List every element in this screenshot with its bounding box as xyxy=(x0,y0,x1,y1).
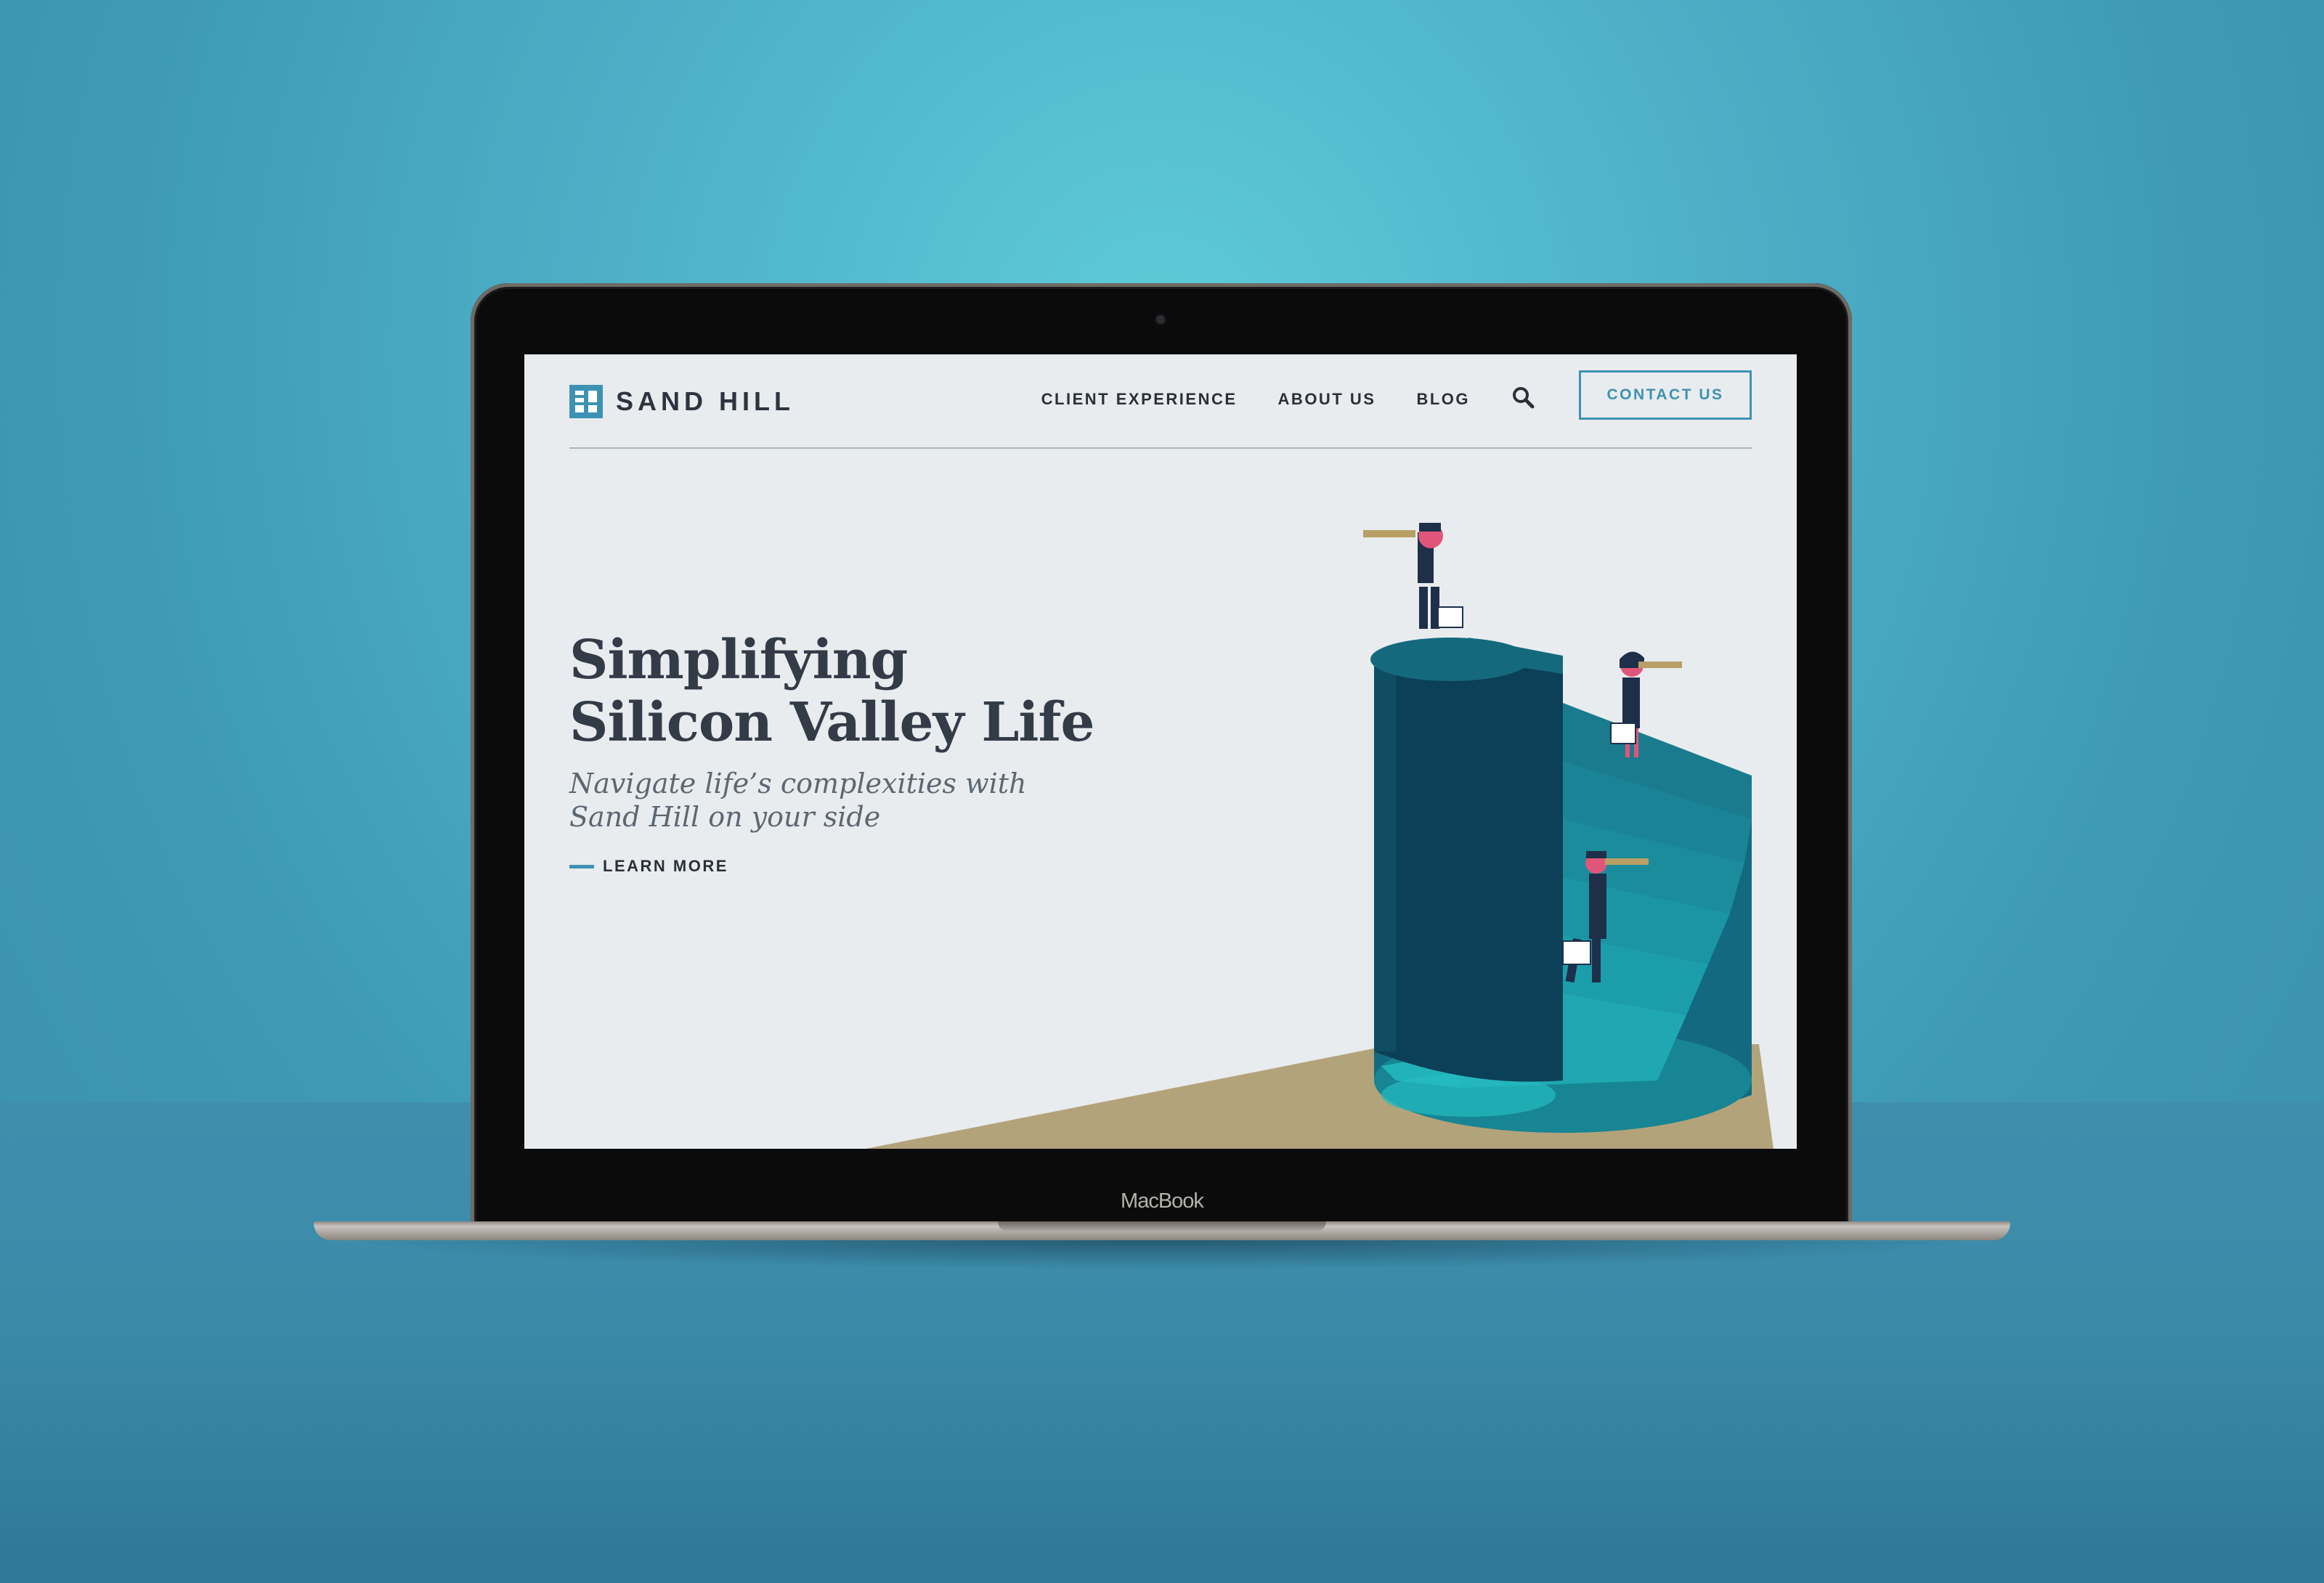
dash-icon xyxy=(569,864,594,868)
contact-us-button[interactable]: CONTACT US xyxy=(1579,370,1752,420)
hero-title-line-1: Simplifying xyxy=(569,629,908,691)
sand-hill-logo-icon xyxy=(569,385,603,418)
figure-top xyxy=(1363,523,1463,629)
hero-title: Simplifying Silicon Valley Life xyxy=(569,629,1121,754)
laptop-shadow xyxy=(349,1240,1975,1269)
main-menu: CLIENT EXPERIENCE ABOUT US BLOG CONTACT … xyxy=(1041,370,1752,420)
webcam xyxy=(1156,315,1165,324)
search-icon[interactable] xyxy=(1511,385,1535,410)
nav-link-blog[interactable]: BLOG xyxy=(1416,381,1470,409)
brand-name: SAND HILL xyxy=(616,386,795,416)
laptop-notch xyxy=(998,1221,1326,1232)
website-screen: SAND HILL CLIENT EXPERIENCE ABOUT US BLO… xyxy=(524,354,1797,1149)
device-brand-label: MacBook xyxy=(1121,1189,1204,1213)
hero-title-line-2: Silicon Valley Life xyxy=(569,691,1094,754)
learn-more-link[interactable]: LEARN MORE xyxy=(569,857,728,876)
top-navigation: SAND HILL CLIENT EXPERIENCE ABOUT US BLO… xyxy=(569,354,1752,449)
hero-subtitle: Navigate life’s complexities with Sand H… xyxy=(569,768,1027,833)
nav-link-about-us[interactable]: ABOUT US xyxy=(1278,381,1376,409)
brand-logo[interactable]: SAND HILL xyxy=(569,385,795,418)
learn-more-label: LEARN MORE xyxy=(603,857,728,875)
nav-link-client-experience[interactable]: CLIENT EXPERIENCE xyxy=(1041,381,1238,409)
